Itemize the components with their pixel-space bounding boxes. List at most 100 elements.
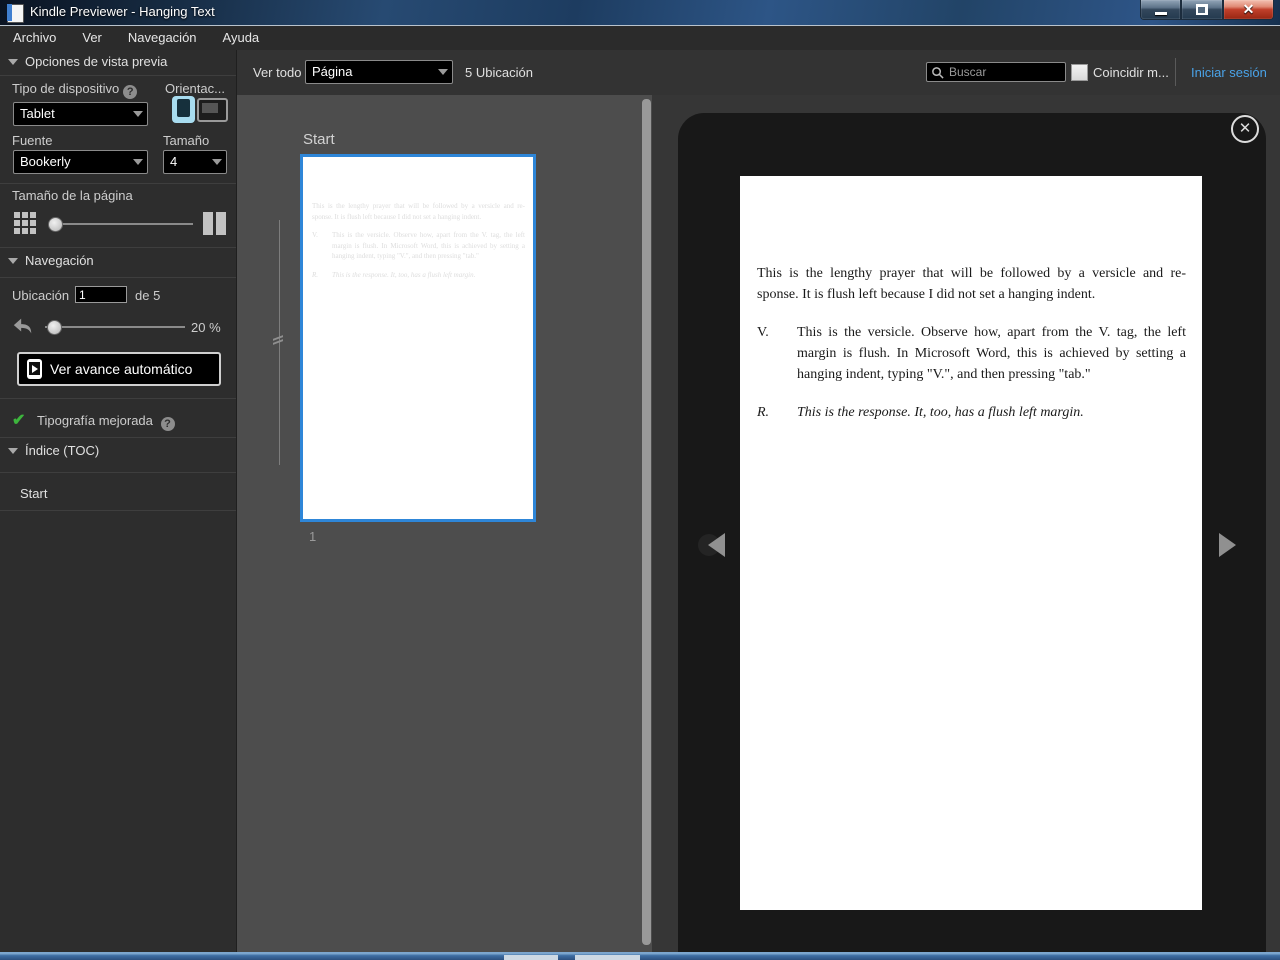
progress-value: 20 % <box>191 320 221 335</box>
text-line: margin is flush. In Microsoft Word, this… <box>797 346 1186 361</box>
minimize-button[interactable] <box>1140 0 1181 20</box>
section-label: Opciones de vista previa <box>25 54 168 69</box>
sign-in-link[interactable]: Iniciar sesión <box>1191 65 1267 80</box>
section-label: Navegación <box>25 253 94 268</box>
page-size-label: Tamaño de la página <box>12 188 133 203</box>
chevron-down-icon <box>438 69 448 75</box>
auto-advance-button[interactable]: Ver avance automático <box>17 352 221 386</box>
close-icon: ✕ <box>1242 1 1255 17</box>
verse-tag: R. <box>312 270 319 279</box>
next-page-arrow-icon[interactable] <box>1219 533 1236 557</box>
device-type-dropdown[interactable]: Tablet <box>13 102 148 126</box>
orientation-portrait-icon[interactable] <box>172 96 195 123</box>
toolbar: Ver todo Página 5 Ubicación Coincidir m.… <box>237 50 1280 96</box>
chevron-down-icon <box>8 448 18 455</box>
thumbnail-section-label: Start <box>303 131 335 148</box>
page-paragraph: This is the lengthy prayer that will be … <box>757 263 1186 305</box>
grip-icon <box>273 335 283 345</box>
section-navigation[interactable]: Navegación <box>0 253 236 275</box>
progress-slider-track[interactable] <box>45 326 185 328</box>
prev-page-arrow-icon[interactable] <box>708 533 725 557</box>
size-label: Tamaño <box>163 133 210 148</box>
book-page-text: This is the lengthy prayer that will be … <box>740 176 1202 423</box>
thumbnail-page-number: 1 <box>309 529 317 544</box>
page-size-slider-track[interactable] <box>50 223 193 225</box>
window-controls: ✕ <box>1140 0 1274 20</box>
taskbar-glimpse <box>575 955 640 960</box>
thumbnail-page-text: This is the lengthy prayer that will be … <box>303 157 533 280</box>
section-toc[interactable]: Índice (TOC) <box>0 443 236 465</box>
text-line: margin is flush. In Microsoft Word, this… <box>332 241 525 250</box>
orientation-landscape-icon[interactable] <box>197 98 228 122</box>
tablet-frame: ✕ This is the lengthy prayer that will b… <box>678 113 1266 952</box>
grid-view-icon[interactable] <box>14 212 37 235</box>
toc-item-start[interactable]: Start <box>20 486 47 501</box>
menu-archivo[interactable]: Archivo <box>0 26 69 50</box>
view-mode-dropdown[interactable]: Página <box>305 60 453 84</box>
text-line: sponse. It is flush left because I did n… <box>757 287 1096 302</box>
verse-tag: R. <box>757 405 770 420</box>
auto-advance-label: Ver avance automático <box>50 361 193 377</box>
section-preview-options[interactable]: Opciones de vista previa <box>0 54 236 76</box>
restore-button[interactable] <box>1181 0 1223 20</box>
text-line: hanging indent, typing "V.", and then pr… <box>332 252 479 260</box>
page-paragraph: R. This is the response. It, too, has a f… <box>757 402 1186 423</box>
window-bottom-border <box>0 952 1280 960</box>
close-preview-icon[interactable]: ✕ <box>1231 115 1259 143</box>
page-size-slider-handle[interactable] <box>48 217 63 232</box>
orientation-toggle <box>172 96 228 123</box>
location-input[interactable] <box>75 286 127 303</box>
page-paragraph: V. This is the versicle. Observe how, apa… <box>312 230 525 262</box>
divider <box>0 437 236 438</box>
page-paragraph: R. This is the response. It, too, has a f… <box>312 270 525 281</box>
enhanced-typography-label: Tipografía mejorada <box>37 413 153 428</box>
match-case-label: Coincidir m... <box>1093 65 1169 80</box>
close-button[interactable]: ✕ <box>1223 0 1274 20</box>
sidebar: Opciones de vista previa Tipo de disposi… <box>0 50 237 952</box>
device-type-value: Tablet <box>20 106 55 121</box>
back-arrow-icon[interactable] <box>12 315 34 342</box>
progress-slider-handle[interactable] <box>47 320 62 335</box>
page-thumbnail[interactable]: This is the lengthy prayer that will be … <box>300 154 536 522</box>
divider <box>0 75 236 76</box>
paragraph-lines: This is the lengthy prayer that will be … <box>312 201 525 222</box>
text-line: This is the lengthy prayer that will be … <box>312 202 525 210</box>
help-icon[interactable]: ? <box>160 417 175 431</box>
enhanced-typography-row: ✔ Tipografía mejorada ? <box>12 410 175 431</box>
match-case-checkbox[interactable] <box>1071 64 1088 81</box>
menu-ayuda[interactable]: Ayuda <box>210 26 273 50</box>
book-page[interactable]: This is the lengthy prayer that will be … <box>740 176 1202 910</box>
paragraph-lines: This is the lengthy prayer that will be … <box>757 263 1186 305</box>
search-icon <box>932 66 944 79</box>
divider <box>0 398 236 399</box>
divider <box>0 277 236 278</box>
search-box <box>926 62 1066 82</box>
page-paragraph: V. This is the versicle. Observe how, apa… <box>757 322 1186 385</box>
chevron-down-icon <box>212 159 222 165</box>
thumbnail-panel: Start This is the lengthy prayer that wi… <box>237 95 652 952</box>
font-dropdown[interactable]: Bookerly <box>13 150 148 174</box>
paragraph-lines: This is the response. It, too, has a flu… <box>797 402 1186 423</box>
app-icon <box>7 4 24 23</box>
minimize-icon <box>1154 11 1167 15</box>
font-label: Fuente <box>12 133 53 148</box>
thumbnail-scrollbar[interactable] <box>642 99 651 945</box>
help-icon[interactable]: ? <box>123 85 138 99</box>
menu-ver[interactable]: Ver <box>69 26 115 50</box>
search-input[interactable] <box>947 64 1065 80</box>
location-count: 5 Ubicación <box>465 65 533 80</box>
chevron-down-icon <box>133 111 143 117</box>
two-page-view-icon[interactable] <box>203 212 226 235</box>
text-line: hanging indent, typing "V.", and then pr… <box>797 367 1091 382</box>
title-bar: Kindle Previewer - Hanging Text ✕ <box>0 0 1280 26</box>
taskbar-glimpse <box>504 955 558 960</box>
paragraph-lines: This is the versicle. Observe how, apart… <box>332 230 525 262</box>
divider <box>0 183 236 184</box>
view-all-label: Ver todo <box>253 65 302 80</box>
page-paragraph: This is the lengthy prayer that will be … <box>312 201 525 222</box>
window-title: Kindle Previewer - Hanging Text <box>30 4 215 19</box>
menu-bar: Archivo Ver Navegación Ayuda <box>0 26 1280 50</box>
menu-navegacion[interactable]: Navegación <box>115 26 210 50</box>
size-dropdown[interactable]: 4 <box>163 150 227 174</box>
kindle-previewer-window: Kindle Previewer - Hanging Text ✕ Archiv… <box>0 0 1280 960</box>
